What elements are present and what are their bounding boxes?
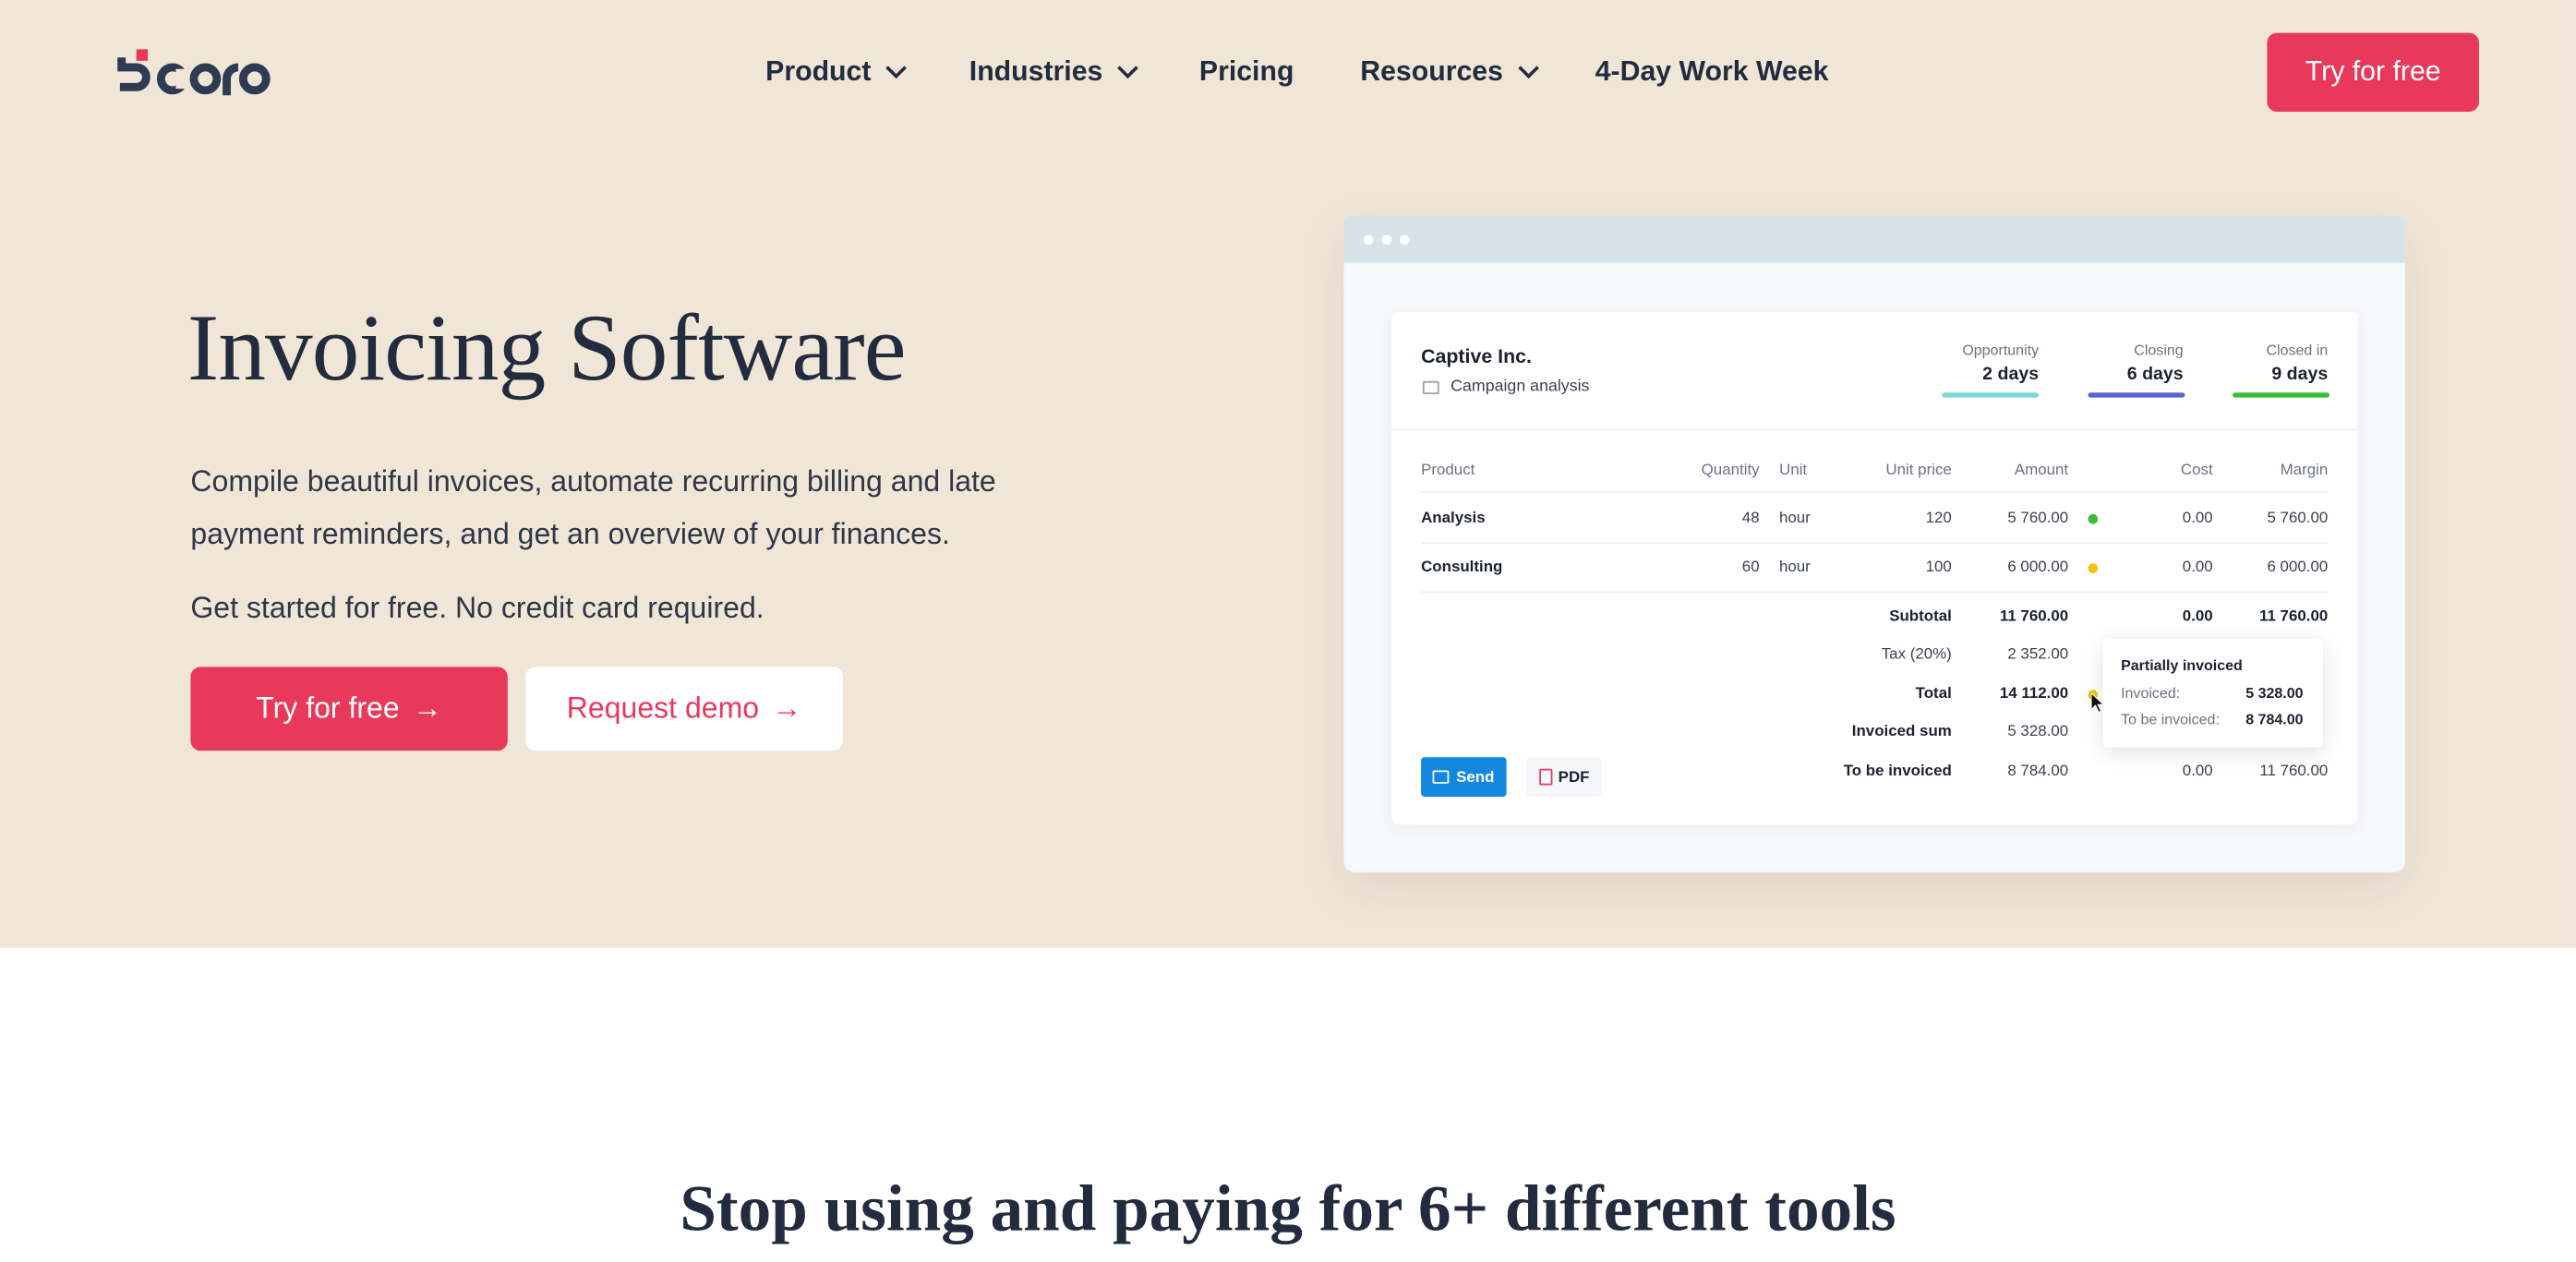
section-title: Stop using and paying for 6+ different t… bbox=[680, 1171, 1896, 1245]
subtotal-label: Subtotal bbox=[1889, 607, 1952, 626]
tooltip-title: Partially invoiced bbox=[2121, 656, 2243, 674]
subtotal-cost: 0.00 bbox=[2182, 607, 2213, 626]
nav-label: 4-Day Work Week bbox=[1595, 55, 1829, 88]
briefcase-icon bbox=[1422, 380, 1439, 395]
unit-price: 100 bbox=[1925, 558, 1952, 577]
button-label: Try for free bbox=[256, 691, 400, 725]
divider bbox=[1391, 428, 2358, 431]
button-label: Send bbox=[1456, 767, 1495, 787]
to-be-invoiced-label: To be invoiced bbox=[1843, 762, 1952, 781]
scoro-logo[interactable] bbox=[116, 46, 271, 107]
page-title: Invoicing Software bbox=[187, 294, 907, 402]
stage-label: Opportunity bbox=[1962, 342, 2040, 358]
column-header: Unit bbox=[1778, 461, 1808, 480]
cost: 0.00 bbox=[2182, 558, 2213, 577]
subtotal-amount: 11 760.00 bbox=[1999, 607, 2069, 626]
button-label: Request demo bbox=[566, 691, 760, 725]
nav-industries[interactable]: Industries bbox=[969, 55, 1139, 89]
tooltip-value: 5 328.00 bbox=[2245, 684, 2304, 702]
invoiced-sum-label: Invoiced sum bbox=[1851, 722, 1952, 741]
window-dot-icon bbox=[1399, 234, 1410, 246]
nav-label: Pricing bbox=[1198, 55, 1294, 88]
column-header: Cost bbox=[2180, 461, 2213, 480]
chevron-down-icon bbox=[1518, 57, 1539, 79]
request-demo-button[interactable]: Request demo → bbox=[525, 667, 843, 751]
window-dot-icon bbox=[1381, 234, 1392, 246]
status-dot-icon[interactable] bbox=[2088, 513, 2099, 524]
chevron-down-icon bbox=[885, 57, 908, 79]
nav-product[interactable]: Product bbox=[765, 55, 908, 89]
nav-4-day-work-week[interactable]: 4-Day Work Week bbox=[1595, 55, 1829, 89]
to-be-invoiced-cost: 0.00 bbox=[2182, 762, 2213, 781]
invoiced-sum-amount: 5 328.00 bbox=[2007, 722, 2069, 741]
window-dot-icon bbox=[1363, 234, 1374, 246]
stage-bar-opportunity bbox=[1942, 392, 2040, 398]
amount: 6 000.00 bbox=[2007, 558, 2069, 577]
pdf-file-icon bbox=[1538, 768, 1552, 786]
product-name: Consulting bbox=[1421, 558, 1503, 577]
try-for-free-button[interactable]: Try for free → bbox=[190, 667, 508, 751]
stage-value: 2 days bbox=[1982, 365, 2040, 385]
tooltip-value: 8 784.00 bbox=[2245, 711, 2304, 728]
column-header: Margin bbox=[2280, 461, 2329, 480]
stage-value: 6 days bbox=[2126, 365, 2184, 385]
quantity: 48 bbox=[1741, 509, 1760, 528]
divider bbox=[1421, 591, 2329, 594]
tax-label: Tax (20%) bbox=[1881, 645, 1952, 664]
tooltip-label: Invoiced: bbox=[2121, 684, 2181, 702]
column-header: Amount bbox=[2014, 461, 2069, 480]
nav-try-for-free-button[interactable]: Try for free bbox=[2267, 32, 2479, 112]
product-name: Analysis bbox=[1421, 509, 1486, 528]
invoice-card: Captive Inc. Campaign analysis Opportuni… bbox=[1391, 312, 2358, 825]
amount: 5 760.00 bbox=[2007, 509, 2069, 528]
column-header: Unit price bbox=[1885, 461, 1952, 480]
unit-price: 120 bbox=[1925, 509, 1952, 528]
total-label: Total bbox=[1915, 684, 1952, 703]
column-header: Product bbox=[1421, 461, 1475, 480]
nav-label: Industries bbox=[969, 55, 1103, 88]
divider bbox=[1421, 542, 2329, 544]
total-amount: 14 112.00 bbox=[1999, 684, 2069, 703]
client-name: Captive Inc. bbox=[1421, 344, 1532, 368]
subtotal-margin: 11 760.00 bbox=[2258, 607, 2329, 626]
arrow-right-icon: → bbox=[412, 691, 442, 725]
divider bbox=[1421, 491, 2329, 493]
partially-invoiced-tooltip: Partially invoiced Invoiced: 5 328.00 To… bbox=[2102, 639, 2323, 748]
nav-resources[interactable]: Resources bbox=[1360, 55, 1539, 89]
to-be-invoiced-amount: 8 784.00 bbox=[2007, 762, 2069, 781]
margin: 6 000.00 bbox=[2267, 558, 2329, 577]
nav-pricing[interactable]: Pricing bbox=[1199, 55, 1294, 89]
stage-label: Closing bbox=[2134, 342, 2184, 358]
cost: 0.00 bbox=[2182, 509, 2213, 528]
project-name: Campaign analysis bbox=[1451, 378, 1590, 396]
stage-value: 9 days bbox=[2271, 365, 2329, 385]
nav-label: Product bbox=[765, 55, 872, 88]
stage-bar-closing bbox=[2088, 392, 2185, 398]
status-dot-icon[interactable] bbox=[2088, 563, 2099, 573]
window-titlebar bbox=[1343, 215, 2405, 263]
mouse-cursor-icon bbox=[2091, 692, 2105, 713]
hero-note: Get started for free. No credit card req… bbox=[190, 591, 764, 625]
nav-label: Resources bbox=[1360, 55, 1503, 88]
chevron-down-icon bbox=[1117, 57, 1139, 79]
unit: hour bbox=[1778, 558, 1811, 577]
pdf-button[interactable]: PDF bbox=[1525, 757, 1602, 797]
app-mockup-window: Captive Inc. Campaign analysis Opportuni… bbox=[1343, 215, 2405, 872]
stage-bar-closed bbox=[2233, 392, 2330, 398]
tax-amount: 2 352.00 bbox=[2007, 645, 2069, 664]
button-label: PDF bbox=[1558, 767, 1590, 787]
stage-label: Closed in bbox=[2266, 342, 2329, 358]
arrow-right-icon: → bbox=[772, 691, 802, 725]
envelope-icon bbox=[1433, 770, 1451, 784]
hero-description: Compile beautiful invoices, automate rec… bbox=[190, 464, 996, 551]
quantity: 60 bbox=[1741, 558, 1760, 577]
unit: hour bbox=[1778, 509, 1811, 528]
margin: 5 760.00 bbox=[2267, 509, 2329, 528]
send-button[interactable]: Send bbox=[1421, 757, 1507, 797]
to-be-invoiced-margin: 11 760.00 bbox=[2259, 762, 2329, 781]
column-header: Quantity bbox=[1701, 461, 1760, 480]
